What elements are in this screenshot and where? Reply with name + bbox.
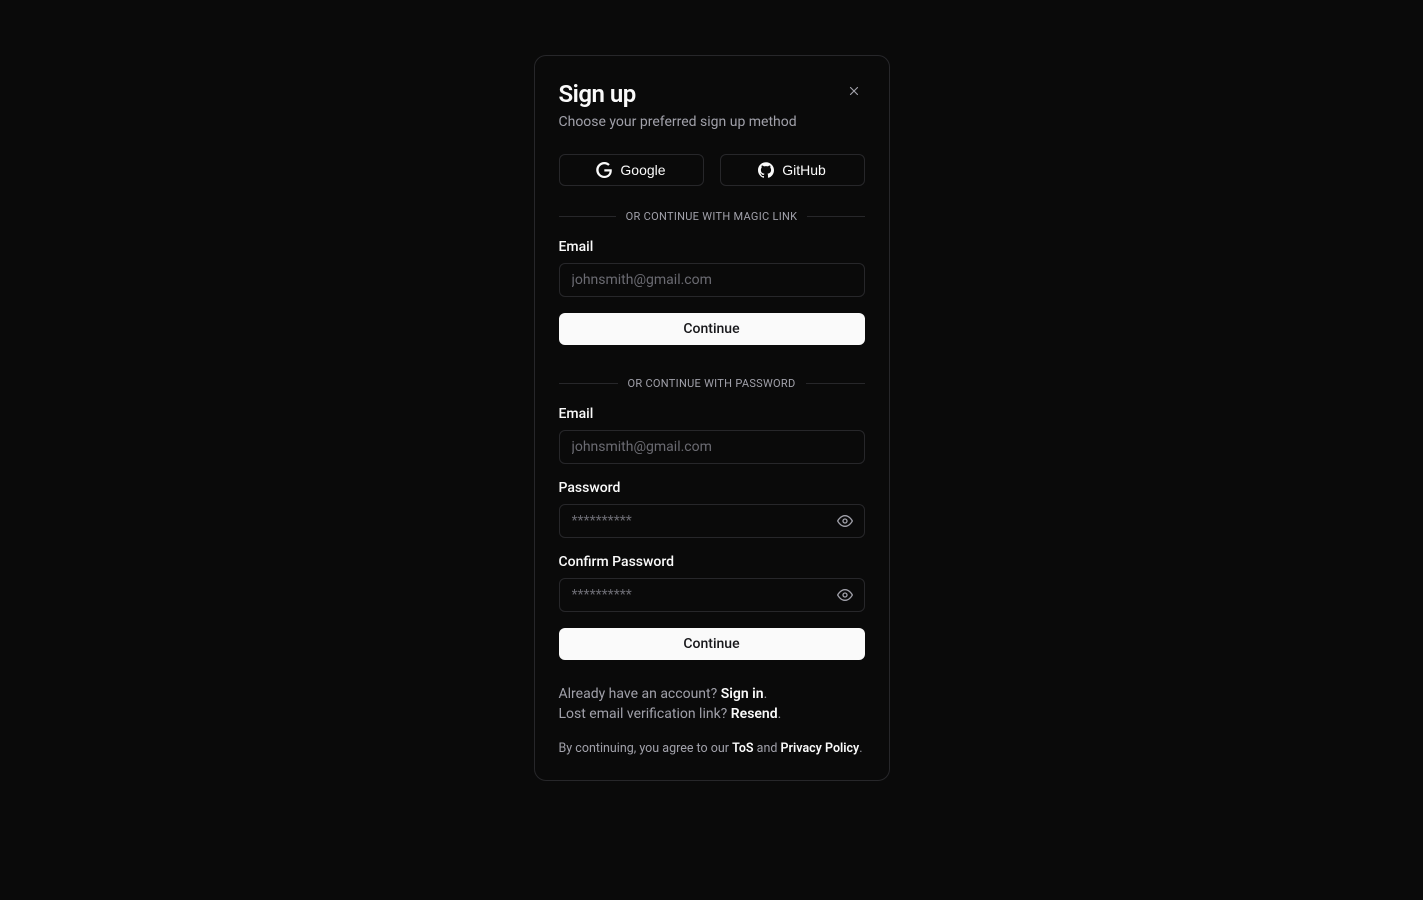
- sign-in-link[interactable]: Sign in: [721, 686, 764, 702]
- password-continue-button[interactable]: Continue: [559, 628, 865, 660]
- github-label: GitHub: [782, 162, 826, 178]
- existing-account-line: Already have an account? Sign in.: [559, 684, 865, 704]
- lost-link-line: Lost email verification link? Resend.: [559, 704, 865, 724]
- divider-password: OR CONTINUE WITH PASSWORD: [559, 377, 865, 390]
- password-input[interactable]: [559, 504, 865, 538]
- oauth-buttons-row: Google GitHub: [559, 154, 865, 186]
- confirm-password-input-wrap: [559, 578, 865, 612]
- card-title: Sign up: [559, 80, 636, 108]
- existing-account-prefix: Already have an account?: [559, 686, 721, 702]
- card-subtitle: Choose your preferred sign up method: [559, 114, 865, 130]
- password-input-wrap: [559, 504, 865, 538]
- eye-icon: [837, 513, 853, 529]
- password-email-label: Email: [559, 406, 865, 422]
- confirm-password-input[interactable]: [559, 578, 865, 612]
- footer-links: Already have an account? Sign in. Lost e…: [559, 684, 865, 725]
- github-icon: [758, 162, 774, 178]
- magic-link-email-input[interactable]: [559, 263, 865, 297]
- github-signup-button[interactable]: GitHub: [720, 154, 865, 186]
- tos-link[interactable]: ToS: [732, 741, 753, 756]
- magic-link-continue-button[interactable]: Continue: [559, 313, 865, 345]
- card-header: Sign up: [559, 80, 865, 108]
- period: .: [778, 706, 782, 722]
- confirm-password-label: Confirm Password: [559, 554, 865, 570]
- google-signup-button[interactable]: Google: [559, 154, 704, 186]
- magic-link-email-group: Email: [559, 239, 865, 297]
- confirm-password-group: Confirm Password: [559, 554, 865, 612]
- password-group: Password: [559, 480, 865, 538]
- close-icon: [847, 84, 861, 98]
- privacy-link[interactable]: Privacy Policy: [781, 741, 860, 756]
- legal-prefix: By continuing, you agree to our: [559, 741, 733, 756]
- period: .: [859, 741, 862, 756]
- divider-password-text: OR CONTINUE WITH PASSWORD: [618, 377, 806, 390]
- period: .: [764, 686, 768, 702]
- google-label: Google: [620, 162, 665, 178]
- legal-text: By continuing, you agree to our ToS and …: [559, 741, 865, 756]
- toggle-password-visibility-button[interactable]: [835, 511, 855, 531]
- legal-and: and: [754, 741, 781, 756]
- lost-link-prefix: Lost email verification link?: [559, 706, 731, 722]
- divider-magic-link-text: OR CONTINUE WITH MAGIC LINK: [616, 210, 808, 223]
- password-label: Password: [559, 480, 865, 496]
- toggle-confirm-password-visibility-button[interactable]: [835, 585, 855, 605]
- divider-magic-link: OR CONTINUE WITH MAGIC LINK: [559, 210, 865, 223]
- signup-card: Sign up Choose your preferred sign up me…: [534, 55, 890, 781]
- password-email-input[interactable]: [559, 430, 865, 464]
- password-email-group: Email: [559, 406, 865, 464]
- close-button[interactable]: [843, 80, 865, 102]
- resend-link[interactable]: Resend: [731, 706, 778, 722]
- google-icon: [596, 162, 612, 178]
- magic-link-email-label: Email: [559, 239, 865, 255]
- eye-icon: [837, 587, 853, 603]
